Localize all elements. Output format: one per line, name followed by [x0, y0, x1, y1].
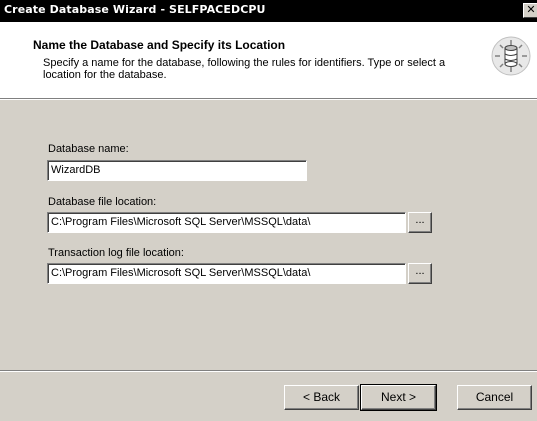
database-file-location-input[interactable]: C:\Program Files\Microsoft SQL Server\MS…: [47, 212, 406, 233]
page-subtitle: Specify a name for the database, followi…: [43, 57, 446, 81]
database-file-location-label: Database file location:: [48, 196, 157, 208]
transaction-log-location-label: Transaction log file location:: [48, 247, 184, 259]
wizard-header: Name the Database and Specify its Locati…: [0, 22, 537, 99]
database-wizard-icon: [491, 36, 531, 76]
title-bar[interactable]: Create Database Wizard - SELFPACEDCPU ✕: [0, 0, 537, 22]
back-button[interactable]: < Back: [284, 385, 359, 410]
database-file-browse-button[interactable]: ...: [408, 212, 432, 233]
database-name-label: Database name:: [48, 143, 129, 155]
window-title: Create Database Wizard - SELFPACEDCPU: [4, 3, 266, 16]
transaction-log-browse-button[interactable]: ...: [408, 263, 432, 284]
close-icon[interactable]: ✕: [523, 3, 537, 18]
page-title: Name the Database and Specify its Locati…: [33, 38, 286, 52]
transaction-log-location-input[interactable]: C:\Program Files\Microsoft SQL Server\MS…: [47, 263, 406, 284]
footer-divider: [0, 370, 537, 372]
next-button[interactable]: Next >: [360, 384, 437, 411]
database-name-input[interactable]: WizardDB: [47, 160, 307, 181]
cancel-button[interactable]: Cancel: [457, 385, 532, 410]
